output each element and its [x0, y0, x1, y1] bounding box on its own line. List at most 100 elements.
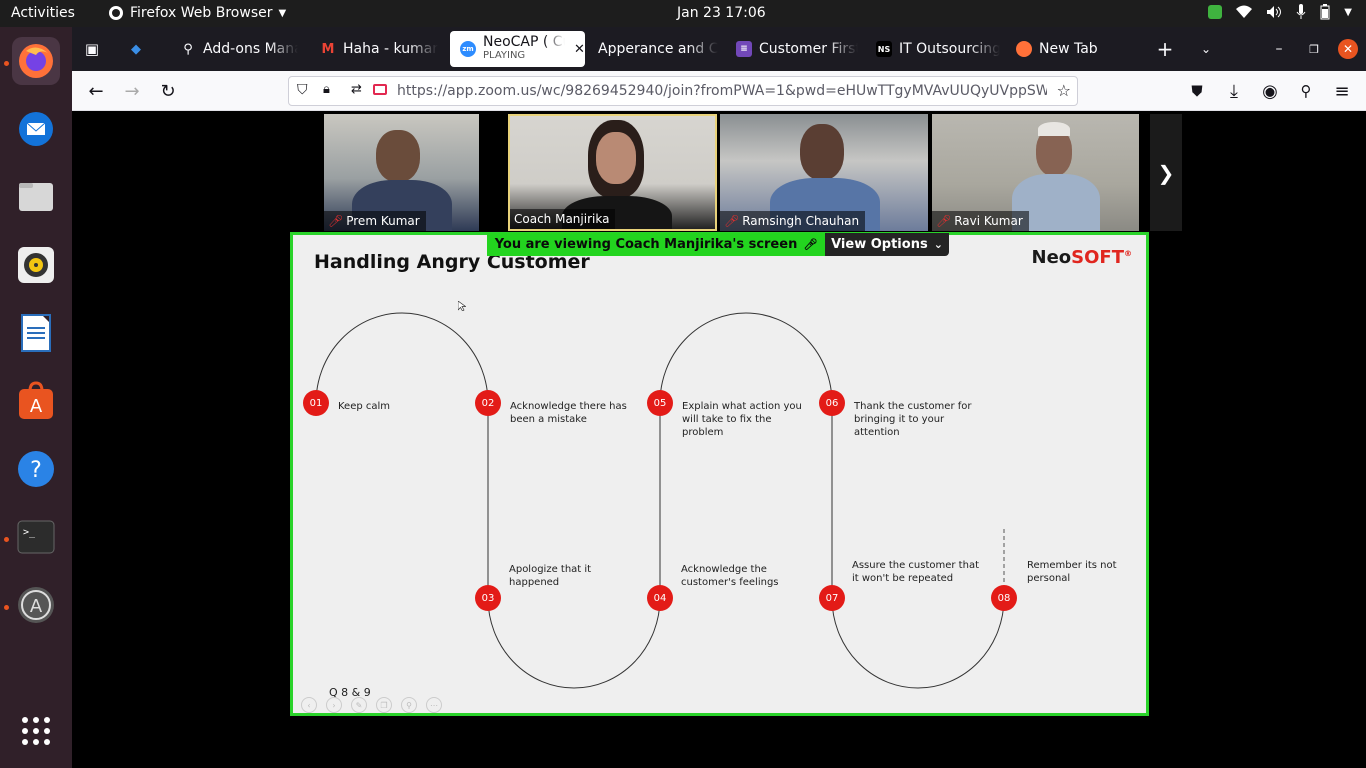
tab-apperance[interactable]: Apperance and Ca: [598, 33, 718, 65]
step-text: Explain what action you will take to fix…: [682, 401, 802, 438]
pinned-tab-icon[interactable]: ◆: [124, 37, 148, 61]
step-text: Acknowledge there has been a mistake: [510, 401, 627, 425]
activities-button[interactable]: Activities: [11, 5, 75, 21]
presentation-controls[interactable]: ‹ › ✎ ❐ ⚲ ⋯: [301, 697, 442, 713]
flow-curve: [315, 312, 1005, 689]
mic-muted-icon: 🎤︎: [724, 214, 740, 228]
zoom-search-icon[interactable]: ⚲: [401, 697, 417, 713]
back-arrow-icon[interactable]: ←: [84, 79, 108, 103]
rhythmbox-icon[interactable]: [12, 241, 60, 289]
step-marker: 06: [819, 390, 845, 416]
step-marker: 01: [303, 390, 329, 416]
show-apps-icon[interactable]: [12, 707, 60, 755]
step-marker: 02: [475, 390, 501, 416]
svg-text:?: ?: [30, 458, 42, 483]
more-options-icon[interactable]: ⋯: [426, 697, 442, 713]
reload-icon[interactable]: ↻: [156, 79, 180, 103]
participant-silhouette: [1038, 122, 1070, 136]
step-marker: 08: [991, 585, 1017, 611]
app-center-icon[interactable]: A: [12, 377, 60, 425]
close-window-icon[interactable]: ✕: [1338, 39, 1358, 59]
participant-video-active[interactable]: Coach Manjirika: [508, 114, 717, 231]
screen-share-banner: You are viewing Coach Manjirika's screen…: [487, 233, 825, 256]
participant-name: Coach Manjirika: [514, 212, 610, 226]
next-page-chevron-icon[interactable]: ❯: [1150, 114, 1182, 231]
copy-icon[interactable]: ❐: [376, 697, 392, 713]
tab-customer-first[interactable]: ≡ Customer First: [736, 33, 858, 65]
close-tab-icon[interactable]: ✕: [574, 42, 585, 57]
step-marker: 07: [819, 585, 845, 611]
tab-gmail[interactable]: M Haha - kumar8: [320, 33, 438, 65]
puzzle-icon: ⚲: [183, 41, 193, 57]
restore-icon[interactable]: ❐: [1302, 37, 1326, 61]
firefox-icon[interactable]: [12, 37, 60, 85]
view-options-button[interactable]: View Options ⌄: [825, 233, 949, 256]
tab-label: Apperance and Ca: [598, 41, 718, 57]
tab-label: NeoCAP ( Cu: [483, 35, 565, 49]
step-text: Acknowledge the customer's feelings: [681, 564, 779, 588]
tab-new-tab[interactable]: New Tab: [1016, 33, 1126, 65]
zoom-meeting-area: 🎤︎ Prem Kumar Coach Manjirika 🎤︎ Ramsing…: [72, 112, 1366, 768]
chevron-down-icon: ▼: [278, 7, 287, 19]
software-updater-icon[interactable]: A: [12, 581, 60, 629]
camera-sharing-icon[interactable]: [373, 84, 387, 95]
step-text: Keep calm: [338, 401, 391, 412]
tab-neocap[interactable]: zm NeoCAP ( Cu PLAYING ✕: [450, 31, 585, 67]
tab-label: IT Outsourcing: [899, 41, 1000, 57]
zoom-icon: zm: [460, 41, 476, 57]
step-text: Assure the customer that it won't be rep…: [852, 560, 979, 584]
chevron-down-icon: ⌄: [933, 238, 943, 251]
running-indicator: [4, 605, 9, 610]
pen-icon[interactable]: ✎: [351, 697, 367, 713]
firefox-tab-icon: [1016, 41, 1032, 57]
firefox-view-icon[interactable]: ▣: [80, 37, 104, 61]
url-bar[interactable]: ⛉ 🔒︎ ⇄ https://app.zoom.us/wc/9826945294…: [288, 76, 1078, 106]
participant-video[interactable]: 🎤︎ Ramsingh Chauhan: [720, 114, 928, 231]
prev-slide-icon[interactable]: ‹: [301, 697, 317, 713]
libreoffice-writer-icon[interactable]: [12, 309, 60, 357]
tab-addons[interactable]: ⚲ Add-ons Mana: [180, 33, 298, 65]
tab-label: Haha - kumar8: [343, 41, 438, 57]
step-text: Thank the customer for bringing it to yo…: [854, 401, 972, 438]
participant-video[interactable]: 🎤︎ Prem Kumar: [324, 114, 479, 231]
minimize-icon[interactable]: –: [1267, 37, 1291, 61]
microphone-icon: [1296, 4, 1306, 19]
permissions-icon[interactable]: ⇄: [351, 82, 362, 97]
participant-name: Prem Kumar: [346, 214, 420, 228]
thunderbird-icon[interactable]: [12, 105, 60, 153]
app-menu-label: Firefox Web Browser: [130, 5, 273, 21]
url-text[interactable]: https://app.zoom.us/wc/98269452940/join?…: [397, 83, 1047, 99]
app-menu[interactable]: Firefox Web Browser ▼: [108, 5, 286, 21]
clock[interactable]: Jan 23 17:06: [677, 5, 766, 21]
account-icon[interactable]: ◉: [1258, 79, 1282, 103]
hamburger-menu-icon[interactable]: ≡: [1330, 79, 1354, 103]
files-icon[interactable]: [12, 173, 60, 221]
help-icon[interactable]: ?: [12, 445, 60, 493]
participant-name: Ravi Kumar: [954, 214, 1023, 228]
tab-it-outsourcing[interactable]: NS IT Outsourcing: [876, 33, 1000, 65]
list-all-tabs-icon[interactable]: ⌄: [1194, 37, 1218, 61]
tab-bar: ▣ ◆ ⚲ Add-ons Mana M Haha - kumar8 zm Ne…: [72, 27, 1366, 71]
forms-icon: ≡: [736, 41, 752, 57]
next-slide-icon[interactable]: ›: [326, 697, 342, 713]
system-tray[interactable]: ▼: [1208, 4, 1352, 20]
participant-name-tag: 🎤︎ Prem Kumar: [324, 211, 426, 231]
view-options-label: View Options: [831, 237, 928, 252]
wifi-icon: [1236, 5, 1253, 18]
tracking-shield-icon[interactable]: ⛉: [297, 82, 308, 98]
terminal-icon[interactable]: >_: [12, 513, 60, 561]
svg-text:A: A: [30, 396, 43, 417]
tab-playing-label: PLAYING: [483, 50, 526, 61]
new-tab-plus-icon[interactable]: +: [1153, 37, 1177, 61]
participant-video[interactable]: 🎤︎ Ravi Kumar: [932, 114, 1139, 231]
bookmark-star-icon[interactable]: ☆: [1057, 81, 1071, 100]
lock-icon[interactable]: 🔒︎: [323, 82, 330, 97]
dock: A ? >_ A: [0, 27, 72, 768]
tab-label: New Tab: [1039, 41, 1098, 57]
volume-icon: [1267, 6, 1282, 18]
forward-arrow-icon[interactable]: →: [120, 79, 144, 103]
downloads-icon[interactable]: ⤓: [1222, 79, 1246, 103]
system-top-bar: Activities Firefox Web Browser ▼ Jan 23 …: [0, 0, 1366, 27]
pocket-icon[interactable]: ⛊: [1185, 79, 1209, 103]
extensions-icon[interactable]: ⚲: [1294, 79, 1318, 103]
